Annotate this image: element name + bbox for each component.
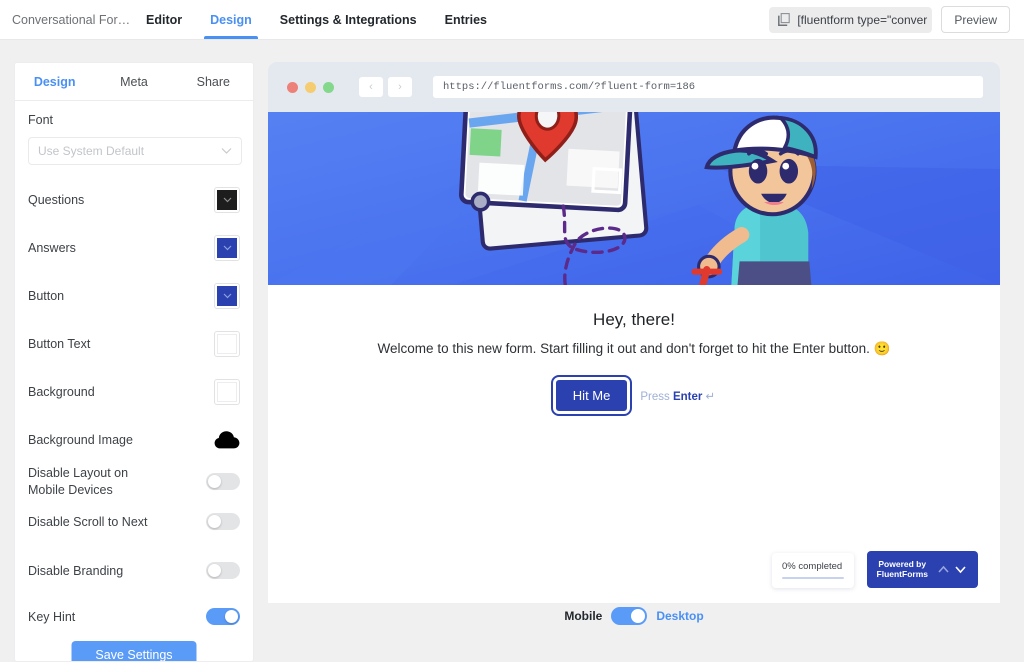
toggle-knob <box>208 475 221 488</box>
mobile-label: Mobile <box>564 609 602 623</box>
key-hint-label: Key Hint <box>28 610 75 624</box>
back-icon[interactable]: ‹ <box>359 77 383 97</box>
option-row-button-text: Button Text <box>28 331 240 357</box>
answers-label: Answers <box>28 241 76 255</box>
button-text-color-swatch[interactable] <box>214 331 240 357</box>
submit-row: Hit Me Press Enter ↵ <box>553 377 715 414</box>
button-text-label: Button Text <box>28 337 90 351</box>
disable-branding-toggle[interactable] <box>206 562 240 579</box>
shortcode-copy-icon <box>778 13 790 26</box>
option-row-key-hint: Key Hint <box>28 604 240 630</box>
chevron-down-icon <box>223 293 232 299</box>
tab-settings-integrations[interactable]: Settings & Integrations <box>266 0 431 39</box>
preview-button[interactable]: Preview <box>941 6 1010 33</box>
disable-mobile-layout-toggle[interactable] <box>206 473 240 490</box>
device-preview-bar: Mobile Desktop <box>268 603 1000 629</box>
sidebar-tabs: Design Meta Share <box>15 63 253 101</box>
sidebar-body: Font Use System Default Questions Answer… <box>15 101 253 630</box>
boy-on-scooter-with-map-illustration <box>268 112 1000 285</box>
shortcode-text: [fluentform type="conver <box>797 13 927 27</box>
tab-design[interactable]: Design <box>196 0 266 39</box>
hint-prefix: Press <box>640 391 673 403</box>
form-canvas: Hey, there! Welcome to this new form. St… <box>268 112 1000 603</box>
font-select[interactable]: Use System Default <box>28 137 242 165</box>
key-hint-toggle[interactable] <box>206 608 240 625</box>
address-bar[interactable]: https://fluentforms.com/?fluent-form=186 <box>433 76 983 98</box>
chevron-down-icon <box>223 197 232 203</box>
chevron-down-icon <box>223 245 232 251</box>
form-title: Conversational For… <box>0 0 132 39</box>
close-window-dot[interactable] <box>287 82 298 93</box>
toggle-knob <box>208 515 221 528</box>
forward-icon[interactable]: › <box>388 77 412 97</box>
form-preview-pane: ‹ › https://fluentforms.com/?fluent-form… <box>268 62 1000 603</box>
hit-me-button[interactable]: Hit Me <box>553 377 631 414</box>
maximize-window-dot[interactable] <box>323 82 334 93</box>
option-row-disable-mobile-layout: Disable Layout on Mobile Devices <box>28 465 240 499</box>
hint-suffix: ↵ <box>702 391 715 403</box>
option-row-background-image: Background Image <box>28 427 240 453</box>
chevron-down-icon[interactable] <box>953 562 968 577</box>
progress-label: 0% completed <box>782 561 844 572</box>
question-title: Hey, there! <box>593 310 675 330</box>
header-actions: [fluentform type="conver Preview <box>769 0 1024 39</box>
disable-scroll-label: Disable Scroll to Next <box>28 515 148 529</box>
browser-chrome: ‹ › https://fluentforms.com/?fluent-form… <box>268 62 1000 112</box>
question-subtitle: Welcome to this new form. Start filling … <box>378 341 891 357</box>
chevron-down-icon <box>221 148 232 155</box>
option-row-disable-branding: Disable Branding <box>28 558 240 584</box>
background-label: Background <box>28 385 95 399</box>
progress-card: 0% completed <box>772 553 854 588</box>
design-sidebar: Design Meta Share Font Use System Defaul… <box>14 62 254 662</box>
option-row-questions: Questions <box>28 187 240 213</box>
window-controls <box>283 82 334 93</box>
progress-track <box>782 577 844 579</box>
answers-color-swatch[interactable] <box>214 235 240 261</box>
toggle-knob <box>225 610 238 623</box>
sidebar-tab-design[interactable]: Design <box>15 63 94 100</box>
branding-text: Powered by FluentForms <box>877 559 928 580</box>
disable-branding-label: Disable Branding <box>28 564 123 578</box>
tab-editor[interactable]: Editor <box>132 0 196 39</box>
questions-color-swatch[interactable] <box>214 187 240 213</box>
option-row-answers: Answers <box>28 235 240 261</box>
disable-mobile-layout-label: Disable Layout on Mobile Devices <box>28 465 168 499</box>
disable-scroll-toggle[interactable] <box>206 513 240 530</box>
browser-nav-buttons: ‹ › <box>359 77 412 97</box>
tab-entries[interactable]: Entries <box>431 0 501 39</box>
hint-key: Enter <box>673 391 702 403</box>
nav-chevrons <box>936 562 968 577</box>
chevron-up-icon[interactable] <box>936 562 951 577</box>
toggle-knob <box>208 564 221 577</box>
device-preview-toggle[interactable] <box>611 607 647 625</box>
desktop-label: Desktop <box>656 609 703 623</box>
cloud-upload-icon[interactable] <box>214 430 240 450</box>
branding-line-1: Powered by <box>877 559 928 570</box>
sidebar-tab-meta[interactable]: Meta <box>94 63 173 100</box>
branding-line-2: FluentForms <box>877 569 928 580</box>
sidebar-tab-share[interactable]: Share <box>174 63 253 100</box>
hero-illustration <box>268 112 1000 285</box>
background-color-swatch[interactable] <box>214 379 240 405</box>
app-header: Conversational For… Editor Design Settin… <box>0 0 1024 40</box>
main-nav-tabs: Editor Design Settings & Integrations En… <box>132 0 501 39</box>
background-image-label: Background Image <box>28 433 133 447</box>
font-select-value: Use System Default <box>38 144 144 158</box>
press-enter-hint: Press Enter ↵ <box>640 389 715 403</box>
save-settings-button[interactable]: Save Settings <box>72 641 197 662</box>
button-color-swatch[interactable] <box>214 283 240 309</box>
questions-label: Questions <box>28 193 84 207</box>
option-row-button: Button <box>28 283 240 309</box>
shortcode-field[interactable]: [fluentform type="conver <box>769 7 932 33</box>
minimize-window-dot[interactable] <box>305 82 316 93</box>
powered-by-branding[interactable]: Powered by FluentForms <box>867 551 978 588</box>
font-label: Font <box>28 113 240 127</box>
option-row-background: Background <box>28 379 240 405</box>
option-row-disable-scroll: Disable Scroll to Next <box>28 509 240 535</box>
toggle-knob <box>631 609 645 623</box>
button-label: Button <box>28 289 64 303</box>
